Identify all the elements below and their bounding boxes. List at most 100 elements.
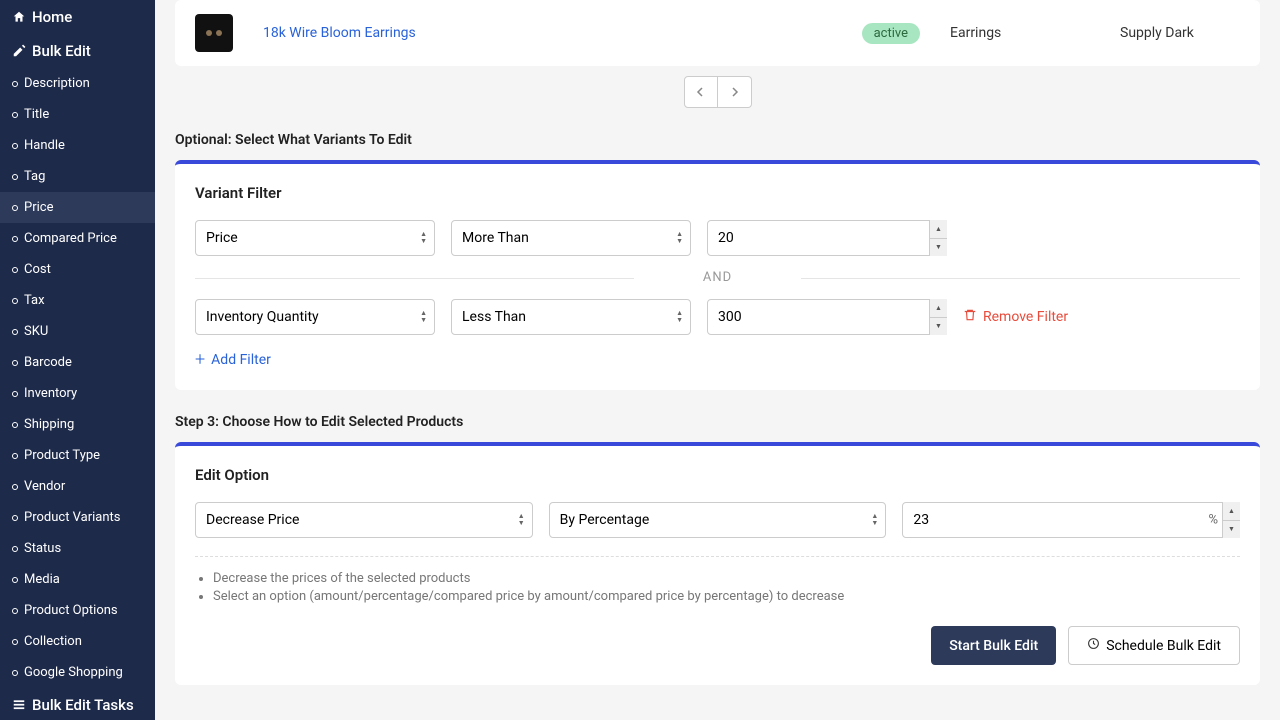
edit-action-select[interactable]: Decrease Price (195, 502, 533, 538)
product-vendor: Supply Dark (1120, 25, 1240, 41)
sidebar-item-label: Handle (24, 138, 65, 153)
filter-row-0: Price ▲▼ More Than ▲▼ ▲▼ (195, 220, 1240, 256)
sidebar-item-price[interactable]: Price (0, 192, 155, 223)
unit-label: % (1208, 513, 1218, 528)
sidebar-item-label: Title (24, 107, 49, 122)
sidebar-item-media[interactable]: Media (0, 564, 155, 595)
filter-op-select-0[interactable]: More Than (451, 220, 691, 256)
schedule-bulk-edit-button[interactable]: Schedule Bulk Edit (1068, 626, 1240, 665)
sidebar-item-cost[interactable]: Cost (0, 254, 155, 285)
spin-up[interactable]: ▲ (1223, 502, 1240, 521)
spin-down[interactable]: ▼ (930, 239, 947, 257)
sidebar-item-status[interactable]: Status (0, 533, 155, 564)
bullet-icon (12, 670, 18, 676)
sidebar-item-handle[interactable]: Handle (0, 130, 155, 161)
divider (195, 556, 1240, 557)
variant-filter-heading: Variant Filter (195, 184, 1240, 202)
sidebar-item-description[interactable]: Description (0, 68, 155, 99)
sidebar-item-label: Vendor (24, 479, 65, 494)
variant-filter-card: Variant Filter Price ▲▼ More Than ▲▼ ▲▼ … (175, 160, 1260, 390)
sidebar-item-label: Google Shopping (24, 665, 123, 680)
product-thumbnail (195, 14, 233, 52)
sidebar-tasks[interactable]: Bulk Edit Tasks (0, 688, 155, 720)
hint-item: Decrease the prices of the selected prod… (213, 571, 1240, 586)
bullet-icon (12, 298, 18, 304)
sidebar-item-product-type[interactable]: Product Type (0, 440, 155, 471)
sidebar-item-label: Media (24, 572, 60, 587)
sidebar-tasks-label: Bulk Edit Tasks (32, 696, 134, 714)
hint-item: Select an option (amount/percentage/comp… (213, 589, 1240, 604)
bullet-icon (12, 81, 18, 87)
spin-down[interactable]: ▼ (1223, 521, 1240, 539)
home-icon (12, 10, 26, 24)
edit-mode-select[interactable]: By Percentage (549, 502, 887, 538)
bullet-icon (12, 422, 18, 428)
sidebar-home[interactable]: Home (0, 0, 155, 34)
action-buttons: Start Bulk Edit Schedule Bulk Edit (195, 626, 1240, 665)
sidebar-item-tag[interactable]: Tag (0, 161, 155, 192)
sidebar-bulk-edit-label: Bulk Edit (32, 42, 91, 60)
bullet-icon (12, 577, 18, 583)
sidebar-item-vendor[interactable]: Vendor (0, 471, 155, 502)
sidebar-item-label: Status (24, 541, 61, 556)
bullet-icon (12, 484, 18, 490)
sidebar-item-label: Barcode (24, 355, 72, 370)
page-next-button[interactable] (718, 76, 752, 108)
edit-value-input[interactable] (902, 502, 1240, 538)
spin-up[interactable]: ▲ (930, 220, 947, 239)
hints-list: Decrease the prices of the selected prod… (195, 571, 1240, 604)
bullet-icon (12, 236, 18, 242)
sidebar-item-label: Cost (24, 262, 51, 277)
bullet-icon (12, 329, 18, 335)
sidebar-item-label: Tax (24, 293, 45, 308)
edit-icon (12, 44, 26, 58)
add-filter-label: Add Filter (211, 352, 271, 368)
product-name-link[interactable]: 18k Wire Bloom Earrings (263, 25, 832, 41)
step3-title: Step 3: Choose How to Edit Selected Prod… (175, 414, 1260, 430)
filter-field-select-1[interactable]: Inventory Quantity (195, 299, 435, 335)
filter-value-input-1[interactable] (707, 299, 947, 335)
bullet-icon (12, 205, 18, 211)
tasks-icon (12, 698, 26, 712)
edit-option-card: Edit Option Decrease Price ▲▼ By Percent… (175, 442, 1260, 685)
spin-up[interactable]: ▲ (930, 299, 947, 318)
sidebar-item-product-variants[interactable]: Product Variants (0, 502, 155, 533)
sidebar-item-label: SKU (24, 324, 48, 339)
sidebar-item-barcode[interactable]: Barcode (0, 347, 155, 378)
sidebar-item-label: Product Type (24, 448, 100, 463)
page-prev-button[interactable] (684, 76, 718, 108)
bullet-icon (12, 112, 18, 118)
sidebar-item-compared-price[interactable]: Compared Price (0, 223, 155, 254)
bullet-icon (12, 143, 18, 149)
variant-section-title: Optional: Select What Variants To Edit (175, 132, 1260, 148)
filter-op-select-1[interactable]: Less Than (451, 299, 691, 335)
sidebar-item-title[interactable]: Title (0, 99, 155, 130)
trash-icon (963, 308, 977, 326)
bullet-icon (12, 546, 18, 552)
spin-down[interactable]: ▼ (930, 318, 947, 336)
add-filter-button[interactable]: + Add Filter (195, 349, 1240, 370)
bullet-icon (12, 515, 18, 521)
sidebar-item-label: Price (24, 200, 53, 215)
remove-filter-button[interactable]: Remove Filter (963, 308, 1068, 326)
sidebar-item-label: Tag (24, 169, 45, 184)
sidebar-bulk-edit[interactable]: Bulk Edit (0, 34, 155, 68)
pagination (175, 76, 1260, 108)
status-badge: active (862, 23, 920, 44)
sidebar-item-tax[interactable]: Tax (0, 285, 155, 316)
bullet-icon (12, 267, 18, 273)
bullet-icon (12, 453, 18, 459)
sidebar-home-label: Home (32, 8, 72, 26)
sidebar-item-google-shopping[interactable]: Google Shopping (0, 657, 155, 688)
sidebar-item-label: Description (24, 76, 90, 91)
product-row: 18k Wire Bloom Earrings active Earrings … (175, 0, 1260, 66)
sidebar-item-sku[interactable]: SKU (0, 316, 155, 347)
sidebar-item-product-options[interactable]: Product Options (0, 595, 155, 626)
filter-field-select-0[interactable]: Price (195, 220, 435, 256)
start-bulk-edit-button[interactable]: Start Bulk Edit (931, 626, 1056, 665)
filter-value-input-0[interactable] (707, 220, 947, 256)
sidebar-item-inventory[interactable]: Inventory (0, 378, 155, 409)
sidebar-item-collection[interactable]: Collection (0, 626, 155, 657)
sidebar-item-shipping[interactable]: Shipping (0, 409, 155, 440)
sidebar-item-label: Product Options (24, 603, 118, 618)
